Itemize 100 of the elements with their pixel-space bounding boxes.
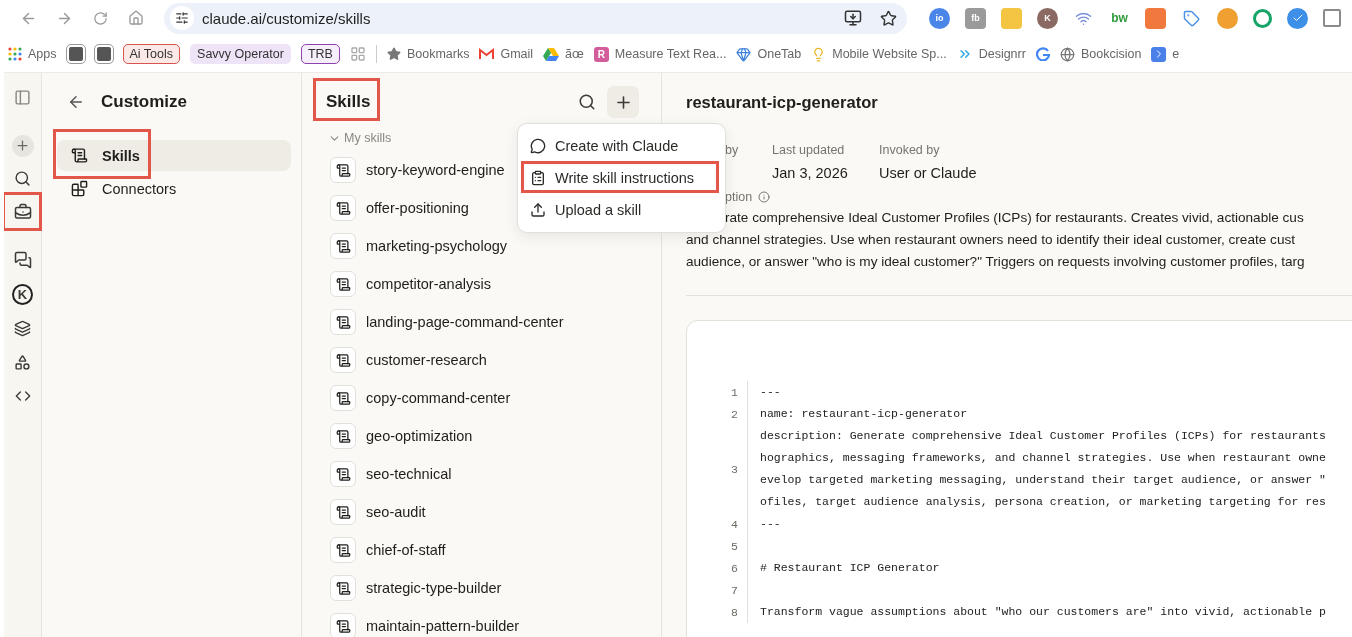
bookmark-icon[interactable] <box>1035 47 1050 61</box>
google-icon <box>1035 47 1050 61</box>
reload-icon <box>92 10 108 26</box>
code-line: Transform vague assumptions about "who our customers are" into vivid, actionable p <box>760 604 1327 620</box>
description-line: audience, or answer "who is my ideal customer?" Triggers on requests involving customer profiles, targ <box>686 253 1306 271</box>
add-button[interactable] <box>607 86 639 118</box>
code-line: name: restaurant-icp-generator <box>760 406 969 422</box>
layers-icon <box>14 319 31 337</box>
sidebar-icon <box>14 89 31 106</box>
extension-icon[interactable] <box>1287 7 1308 29</box>
shapes-icon <box>14 353 31 371</box>
sliders-icon <box>175 11 189 25</box>
scroll-icon <box>330 423 356 449</box>
bookmark-chip[interactable]: TRB <box>300 44 340 64</box>
bookmark-link[interactable]: Mobile Website Sp... <box>811 46 947 62</box>
bookmark-link[interactable]: OneTab <box>736 46 802 62</box>
address-bar[interactable]: claude.ai/customize/skills <box>164 2 907 34</box>
search-icon <box>578 93 596 111</box>
scroll-icon <box>330 537 356 563</box>
extension-icon[interactable] <box>1323 9 1341 27</box>
drive-icon <box>543 47 560 61</box>
panel-title: Customize <box>101 92 187 112</box>
skill-item[interactable]: copy-command-center <box>326 379 637 417</box>
scroll-icon <box>330 271 356 297</box>
meta-value: User or Claude <box>879 165 978 181</box>
code-line: hographics, messaging frameworks, and channel strategies. Use when restaurant owne <box>760 450 1327 466</box>
line-number: 8 <box>730 604 739 621</box>
clipboard-icon <box>530 170 546 186</box>
description-line: and channel strategies. Use when restaurant owners need to identify their ideal customer, create cust <box>686 231 1297 249</box>
scroll-icon <box>330 157 356 183</box>
bookmark-chip[interactable]: Ai Tools <box>122 44 181 64</box>
bookmark-star-icon[interactable] <box>880 9 897 27</box>
line-number: 7 <box>730 582 739 599</box>
scroll-icon <box>330 461 356 487</box>
bookmark-link[interactable]: Apps <box>8 47 57 61</box>
code-line: # Restaurant ICP Generator <box>760 560 941 576</box>
group-toggle[interactable]: My skills <box>328 131 392 145</box>
bookmark-link[interactable]: Bookmarks <box>386 47 470 61</box>
menu-item[interactable]: Upload a skill <box>518 194 725 226</box>
menu-item[interactable]: Write skill instructions <box>518 162 725 194</box>
extension-icon[interactable] <box>1217 7 1238 29</box>
nav-item[interactable]: Skills <box>57 140 291 171</box>
skill-item[interactable]: geo-optimization <box>326 417 637 455</box>
info-icon[interactable] <box>758 191 771 203</box>
meta-value: Jan 3, 2026 <box>772 165 849 181</box>
skill-item[interactable]: marketing-psychology <box>326 227 637 265</box>
skill-item[interactable]: competitor-analysis <box>326 265 637 303</box>
bookmark-link[interactable]: Designrr <box>956 46 1026 62</box>
scroll-icon <box>71 147 88 164</box>
chat-bubble-icon <box>530 138 546 154</box>
extension-icon[interactable]: K <box>1037 7 1058 29</box>
code-line: --- <box>760 516 782 532</box>
meta-label: by <box>725 143 740 157</box>
profile-button[interactable]: K <box>5 277 40 311</box>
skill-item[interactable]: seo-technical <box>326 455 637 493</box>
avatar-badge: K <box>12 283 33 305</box>
extension-icon[interactable] <box>1145 7 1166 29</box>
skill-item[interactable]: strategic-type-builder <box>326 569 637 607</box>
code-line: evelop targeted marketing messaging, understand their target audience, or answer " <box>760 472 1327 488</box>
menu-item[interactable]: Create with Claude <box>518 130 725 162</box>
scroll-icon <box>330 195 356 221</box>
scroll-icon <box>330 385 356 411</box>
extension-icon[interactable]: io <box>929 7 950 29</box>
bookmark-link[interactable]: R Measure Text Rea... <box>593 46 727 62</box>
code-line: ofiles, target audience analysis, persona creation, or marketing targeting for res <box>760 494 1327 510</box>
line-number: 5 <box>730 538 739 555</box>
url-text: claude.ai/customize/skills <box>202 9 372 27</box>
chat-bubbles-icon <box>13 251 32 269</box>
extension-icon[interactable] <box>1253 8 1272 28</box>
bookmark-link[interactable]: Bookcision <box>1059 46 1142 62</box>
line-number: 4 <box>730 516 739 533</box>
gem-icon <box>736 46 752 62</box>
search-icon <box>14 170 31 187</box>
meta-label: ption <box>725 190 753 204</box>
site-settings-button[interactable] <box>170 6 194 30</box>
skill-item[interactable]: maintain-pattern-builder <box>326 607 637 637</box>
bookmark-link[interactable]: ãœ <box>543 47 584 61</box>
code-line: description: Generate comprehensive Ideal Customer Profiles (ICPs) for restaurants <box>760 428 1327 444</box>
scroll-icon <box>330 347 356 373</box>
nav-item[interactable]: Connectors <box>57 173 291 204</box>
favicon: R <box>593 46 609 62</box>
skill-item[interactable]: chief-of-staff <box>326 531 637 569</box>
install-icon[interactable] <box>844 9 862 27</box>
star-icon <box>386 47 401 61</box>
apps-grid-icon <box>8 47 22 61</box>
scroll-icon <box>330 575 356 601</box>
scroll-icon <box>330 233 356 259</box>
skill-item[interactable]: landing-page-command-center <box>326 303 637 341</box>
bookmark-link[interactable]: Gmail <box>479 47 534 61</box>
bookmark-link[interactable]: e <box>1151 46 1180 62</box>
skill-item[interactable]: seo-audit <box>326 493 637 531</box>
line-number: 3 <box>730 461 739 478</box>
grid-icon[interactable] <box>349 46 366 62</box>
briefcase-icon <box>13 202 32 221</box>
bookmark-chip[interactable]: Savvy Operator <box>190 44 291 64</box>
skill-item[interactable]: customer-research <box>326 341 637 379</box>
plus-icon <box>11 134 34 157</box>
meta-label: Invoked by <box>879 143 941 157</box>
line-number: 2 <box>730 406 739 423</box>
scroll-icon <box>330 499 356 525</box>
